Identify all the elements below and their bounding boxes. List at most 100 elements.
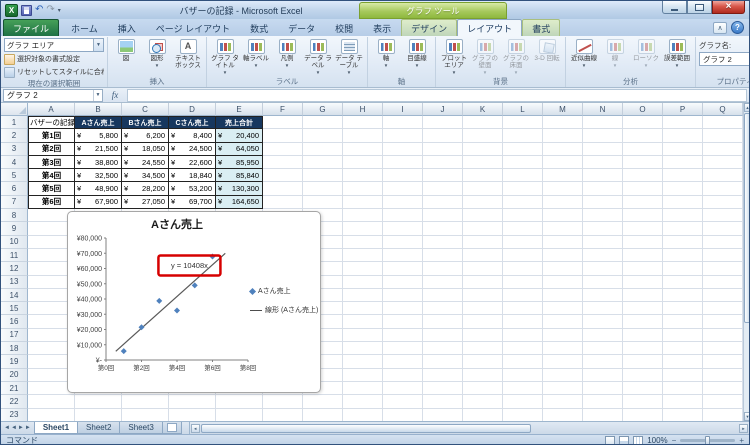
tab-review[interactable]: 校閲	[325, 19, 363, 36]
formula-input[interactable]	[127, 88, 747, 102]
cell-M1[interactable]	[543, 116, 583, 130]
cell-H4[interactable]	[343, 155, 383, 170]
cell-K21[interactable]	[463, 381, 503, 396]
cell-M17[interactable]	[543, 328, 583, 343]
textbox-button[interactable]: テキスト ボックス	[173, 38, 203, 70]
cell-P2[interactable]	[663, 129, 703, 143]
cell-Q16[interactable]	[703, 315, 743, 329]
cell-L20[interactable]	[503, 368, 543, 382]
cell-A1[interactable]: バザーの記録	[28, 116, 75, 130]
cell-K18[interactable]	[463, 342, 503, 356]
row-header-15[interactable]: 15	[1, 302, 28, 316]
last-sheet-icon[interactable]: ►	[25, 425, 31, 431]
cell-I1[interactable]	[383, 116, 423, 130]
row-header-10[interactable]: 10	[1, 235, 28, 249]
tab-data[interactable]: データ	[278, 19, 325, 36]
data-point[interactable]	[138, 324, 145, 331]
cell-M2[interactable]	[543, 129, 583, 143]
cell-J14[interactable]	[423, 288, 463, 303]
cell-P19[interactable]	[663, 355, 703, 369]
shapes-button[interactable]: 図形	[142, 38, 172, 69]
cell-F3[interactable]	[263, 142, 303, 156]
chart-elements-combo[interactable]: グラフ エリア	[4, 38, 104, 52]
cell-J10[interactable]	[423, 235, 463, 249]
cell-N18[interactable]	[583, 342, 623, 356]
cell-M13[interactable]	[543, 275, 583, 289]
vertical-scrollbar[interactable]	[743, 103, 749, 421]
scroll-up-icon[interactable]	[744, 103, 749, 112]
cell-D23[interactable]	[169, 408, 216, 421]
cell-M10[interactable]	[543, 235, 583, 249]
cell-E2[interactable]: ¥20,400	[216, 129, 263, 143]
vertical-scroll-thumb[interactable]	[744, 113, 749, 323]
legend-entry-trendline[interactable]: 線形 (Aさん売上)	[250, 305, 318, 315]
cell-A23[interactable]	[28, 408, 75, 421]
cell-J16[interactable]	[423, 315, 463, 329]
cell-Q22[interactable]	[703, 395, 743, 409]
cell-G23[interactable]	[303, 408, 343, 421]
cell-K4[interactable]	[463, 155, 503, 170]
cell-P13[interactable]	[663, 275, 703, 289]
cell-J19[interactable]	[423, 355, 463, 369]
cell-A2[interactable]: 第1回	[28, 129, 75, 143]
cell-M6[interactable]	[543, 182, 583, 196]
normal-view-icon[interactable]	[605, 436, 616, 444]
cell-N4[interactable]	[583, 155, 623, 170]
cell-H5[interactable]	[343, 169, 383, 183]
cell-M11[interactable]	[543, 248, 583, 263]
cell-D7[interactable]: ¥69,700	[169, 195, 216, 210]
cell-J21[interactable]	[423, 381, 463, 396]
cell-O1[interactable]	[623, 116, 663, 130]
cell-N12[interactable]	[583, 262, 623, 276]
cell-N21[interactable]	[583, 381, 623, 396]
axes-button[interactable]: 軸	[371, 38, 401, 69]
cell-F2[interactable]	[263, 129, 303, 143]
column-header-G[interactable]: G	[303, 103, 343, 116]
cell-I22[interactable]	[383, 395, 423, 409]
cell-M5[interactable]	[543, 169, 583, 183]
cell-Q8[interactable]	[703, 209, 743, 223]
tab-chart-layout[interactable]: レイアウト	[457, 19, 523, 36]
column-header-E[interactable]: E	[216, 103, 263, 116]
cell-E5[interactable]: ¥85,840	[216, 169, 263, 183]
sheet-tab-sheet2[interactable]: Sheet2	[77, 422, 121, 434]
cell-J3[interactable]	[423, 142, 463, 156]
cell-C6[interactable]: ¥28,200	[122, 182, 169, 196]
cell-Q7[interactable]	[703, 195, 743, 210]
cell-H22[interactable]	[343, 395, 383, 409]
cell-H2[interactable]	[343, 129, 383, 143]
cell-P18[interactable]	[663, 342, 703, 356]
cell-E4[interactable]: ¥85,950	[216, 155, 263, 170]
row-header-5[interactable]: 5	[1, 169, 28, 183]
cell-O20[interactable]	[623, 368, 663, 382]
cell-O19[interactable]	[623, 355, 663, 369]
cell-N14[interactable]	[583, 288, 623, 303]
cell-H20[interactable]	[343, 368, 383, 382]
cell-K7[interactable]	[463, 195, 503, 210]
axis-labels-button[interactable]: 軸ラベル	[241, 38, 271, 69]
cell-E6[interactable]: ¥130,300	[216, 182, 263, 196]
row-header-9[interactable]: 9	[1, 222, 28, 236]
column-header-O[interactable]: O	[623, 103, 663, 116]
cell-I17[interactable]	[383, 328, 423, 343]
cell-C2[interactable]: ¥6,200	[122, 129, 169, 143]
cell-F1[interactable]	[263, 116, 303, 130]
cell-M8[interactable]	[543, 209, 583, 223]
cell-N19[interactable]	[583, 355, 623, 369]
legend-entry-series[interactable]: Aさん売上	[248, 286, 318, 296]
cell-K16[interactable]	[463, 315, 503, 329]
column-header-M[interactable]: M	[543, 103, 583, 116]
cell-J22[interactable]	[423, 395, 463, 409]
cell-H1[interactable]	[343, 116, 383, 130]
cell-N8[interactable]	[583, 209, 623, 223]
data-point[interactable]	[174, 307, 180, 314]
name-box[interactable]: グラフ 2	[3, 88, 103, 102]
cell-Q13[interactable]	[703, 275, 743, 289]
help-icon[interactable]	[731, 21, 744, 34]
row-header-20[interactable]: 20	[1, 368, 28, 382]
cell-H16[interactable]	[343, 315, 383, 329]
cell-Q23[interactable]	[703, 408, 743, 421]
cell-A4[interactable]: 第3回	[28, 155, 75, 170]
cell-N22[interactable]	[583, 395, 623, 409]
cell-H18[interactable]	[343, 342, 383, 356]
